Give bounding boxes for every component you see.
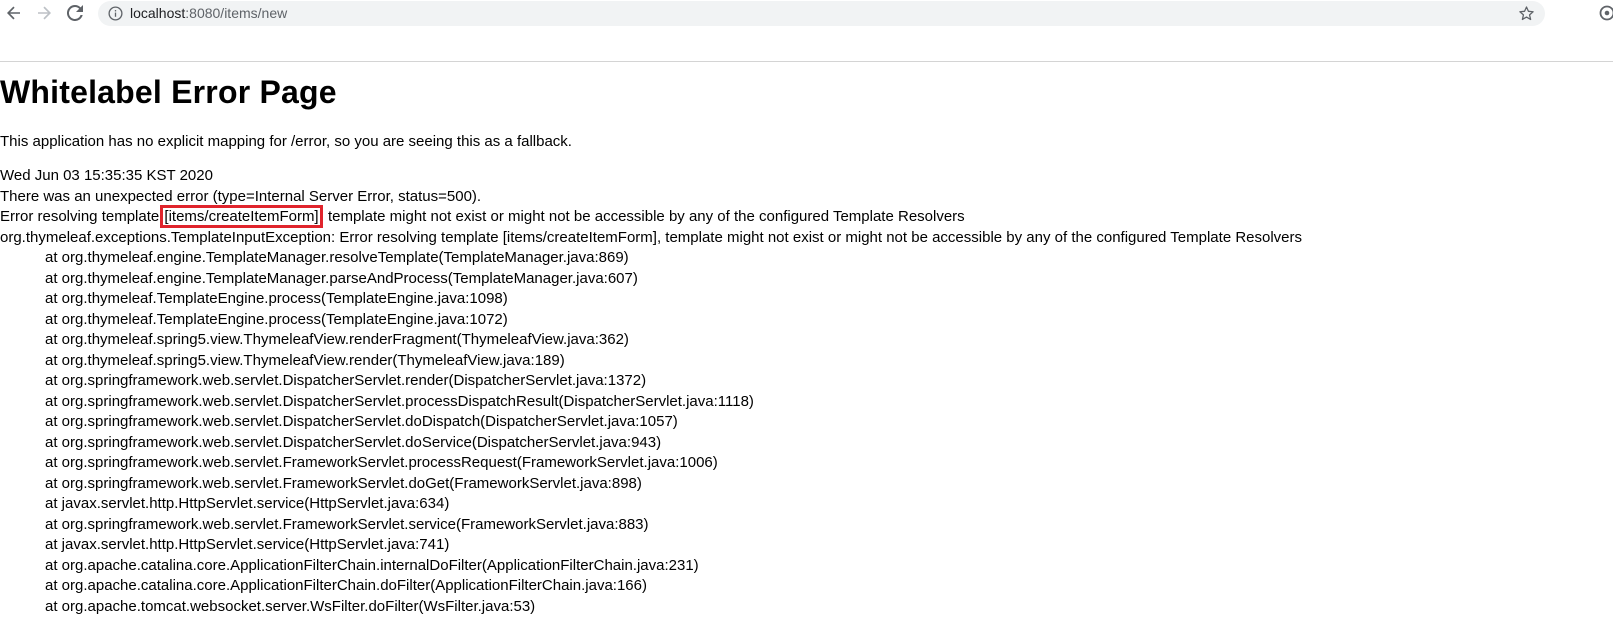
browser-toolbar: localhost:8080/items/new <box>0 0 1613 27</box>
stack-frame: at org.springframework.web.servlet.Dispa… <box>45 413 678 430</box>
address-bar[interactable]: localhost:8080/items/new <box>98 1 1545 26</box>
stack-frame: at org.springframework.web.servlet.Frame… <box>45 454 718 471</box>
stack-frame: at org.apache.catalina.core.ApplicationF… <box>45 577 647 594</box>
error-summary: There was an unexpected error (type=Inte… <box>0 187 482 205</box>
fallback-message: This application has no explicit mapping… <box>0 133 572 150</box>
resolve-error-prefix: Error resolving template <box>0 208 164 225</box>
profile-icon-shape <box>1599 5 1613 21</box>
toolbar-divider <box>0 61 1613 62</box>
error-page: Whitelabel Error Page This application h… <box>0 70 1613 617</box>
reload-button[interactable] <box>65 3 85 23</box>
stack-frame: at org.thymeleaf.spring5.view.ThymeleafV… <box>45 331 629 348</box>
back-button[interactable] <box>4 3 24 23</box>
stack-frame: at org.thymeleaf.engine.TemplateManager.… <box>45 269 638 287</box>
stack-frame: at org.springframework.web.servlet.Dispa… <box>45 392 754 410</box>
stack-frame: at org.thymeleaf.TemplateEngine.process(… <box>45 310 508 328</box>
stack-frame: at org.apache.catalina.core.ApplicationF… <box>45 556 699 574</box>
url-text[interactable]: localhost:8080/items/new <box>130 5 287 22</box>
stack-frame: at org.thymeleaf.spring5.view.ThymeleafV… <box>45 351 565 369</box>
stack-frame: at org.thymeleaf.engine.TemplateManager.… <box>45 249 629 266</box>
stack-frame: at org.springframework.web.servlet.Frame… <box>45 515 649 533</box>
stack-frame: at org.springframework.web.servlet.Dispa… <box>45 372 647 389</box>
url-host: localhost <box>130 5 186 21</box>
info-circle-icon[interactable] <box>108 6 123 21</box>
page-title: Whitelabel Error Page <box>0 74 337 110</box>
stack-frame: at javax.servlet.http.HttpServlet.servic… <box>45 536 450 553</box>
forward-button[interactable] <box>34 3 54 23</box>
arrow-left-icon <box>7 6 20 20</box>
stack-frame: at javax.servlet.http.HttpServlet.servic… <box>45 495 450 512</box>
stack-frame: at org.springframework.web.servlet.Dispa… <box>45 433 662 451</box>
error-timestamp: Wed Jun 03 15:35:35 KST 2020 <box>0 167 213 184</box>
star-icon[interactable] <box>1518 5 1535 22</box>
arrow-right-icon <box>38 6 51 20</box>
stack-frame: at org.apache.tomcat.websocket.server.Ws… <box>45 597 536 615</box>
highlighted-template-name: [items/createItemForm] <box>160 205 323 228</box>
reload-icon <box>67 5 83 21</box>
url-path: :8080/items/new <box>185 5 288 21</box>
resolve-error-line: Error resolving template [items/createIt… <box>0 205 1613 228</box>
error-details: Wed Jun 03 15:35:35 KST 2020 There was a… <box>0 166 1613 617</box>
profile-icon[interactable] <box>1598 4 1613 22</box>
stack-frame: at org.springframework.web.servlet.Frame… <box>45 474 642 492</box>
resolve-error-suffix: , template might not exist or might not … <box>319 208 965 225</box>
exception-line: org.thymeleaf.exceptions.TemplateInputEx… <box>0 228 1303 246</box>
stack-trace: at org.thymeleaf.engine.TemplateManager.… <box>0 248 1613 617</box>
stack-frame: at org.thymeleaf.TemplateEngine.process(… <box>45 290 508 307</box>
